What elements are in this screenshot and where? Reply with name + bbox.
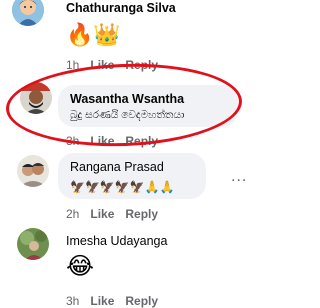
comment-author[interactable]: Imesha Udayanga: [66, 234, 167, 248]
reply-button[interactable]: Reply: [125, 134, 158, 148]
avatar-photo-icon: [20, 82, 52, 114]
reply-button[interactable]: Reply: [125, 207, 158, 221]
comment-time[interactable]: 1h: [66, 58, 79, 72]
avatar[interactable]: [12, 0, 44, 26]
avatar[interactable]: [20, 82, 52, 114]
comment-author[interactable]: Rangana Prasad: [70, 160, 194, 175]
avatar-photo-icon: [17, 228, 49, 260]
more-options-button[interactable]: ...: [231, 169, 247, 185]
like-button[interactable]: Like: [90, 134, 114, 148]
comment-bubble[interactable]: Rangana Prasad 🦅🦅🦅🦅🦅🙏🙏: [58, 153, 206, 199]
avatar-photo-icon: [17, 155, 49, 187]
comment-bubble[interactable]: Wasantha Wsantha බුදු සරණයි වෙදමහත්තයා: [58, 85, 238, 127]
comment-text: 😂: [66, 253, 95, 280]
reply-button[interactable]: Reply: [125, 294, 158, 308]
like-button[interactable]: Like: [90, 58, 114, 72]
avatar-cartoon-icon: [12, 0, 44, 26]
comment-actions: 2h Like Reply: [66, 207, 169, 221]
reply-button[interactable]: Reply: [125, 58, 158, 72]
like-button[interactable]: Like: [90, 207, 114, 221]
like-button[interactable]: Like: [90, 294, 114, 308]
comment-author[interactable]: Chathuranga Silva: [66, 1, 176, 15]
avatar[interactable]: [17, 155, 49, 187]
comment-actions: 1h Like Reply: [66, 58, 169, 72]
comment-time[interactable]: 2h: [66, 207, 79, 221]
comment-text: 🦅🦅🦅🦅🦅🙏🙏: [70, 180, 175, 194]
avatar[interactable]: [17, 228, 49, 260]
comment-text: බුදු සරණයි වෙදමහත්තයා: [70, 109, 185, 121]
comment-actions: 3h Like Reply: [66, 294, 169, 308]
comments-feed: Chathuranga Silva 🔥👑 1h Like Reply Wasanth…: [0, 0, 274, 308]
comment-author[interactable]: Wasantha Wsantha: [70, 92, 226, 107]
comment-time[interactable]: 3h: [66, 134, 79, 148]
comment-time[interactable]: 3h: [66, 294, 79, 308]
comment-text: 🔥👑: [66, 22, 121, 47]
comment-actions: 3h Like Reply: [66, 134, 169, 148]
